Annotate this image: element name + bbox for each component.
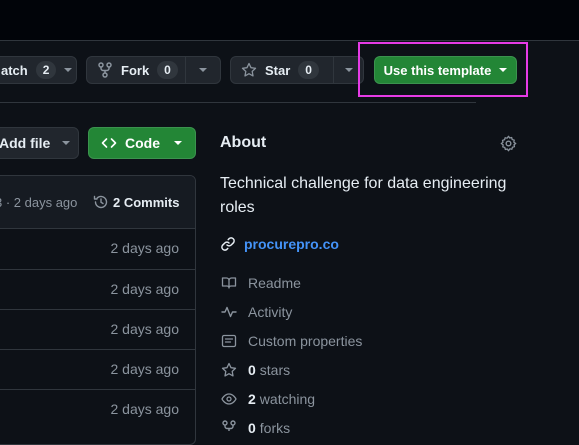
file-row[interactable]: 2 days ago: [0, 309, 195, 349]
star-count: 0: [298, 61, 319, 79]
add-file-caret-icon: [62, 141, 71, 145]
fork-caret-icon: [199, 68, 207, 72]
readme-link[interactable]: Readme: [220, 274, 301, 292]
fork-small-icon: [220, 419, 238, 437]
stars-link[interactable]: 0 stars: [220, 361, 290, 379]
file-row-date: 2 days ago: [110, 281, 180, 297]
forks-label: forks: [259, 420, 291, 436]
gear-icon[interactable]: [500, 135, 517, 152]
file-row-date: 2 days ago: [110, 401, 180, 417]
watching-label: watching: [259, 391, 316, 407]
fork-icon: [97, 62, 113, 78]
file-row[interactable]: 2 days ago: [0, 229, 195, 269]
file-row-date: 2 days ago: [110, 361, 180, 377]
file-list: 3 · 2 days ago 2 Commits 2 days ago 2 da…: [0, 175, 196, 445]
custom-properties-label: Custom properties: [248, 333, 363, 349]
about-heading: About: [220, 134, 267, 151]
code-icon: [101, 135, 117, 151]
watch-button[interactable]: atch 2: [0, 56, 77, 84]
website-link[interactable]: procurepro.co: [220, 236, 339, 252]
watch-caret-icon: [64, 68, 73, 72]
code-caret-icon: [174, 141, 182, 145]
commits-label: 2 Commits: [113, 194, 180, 210]
star-caret-icon: [344, 68, 353, 72]
code-button[interactable]: Code: [88, 127, 196, 159]
commits-link[interactable]: 2 Commits: [93, 194, 179, 210]
custom-properties-link[interactable]: Custom properties: [220, 332, 362, 350]
add-file-label: Add file: [0, 135, 51, 151]
book-icon: [220, 274, 238, 292]
forks-link[interactable]: 0 forks: [220, 419, 290, 437]
pulse-icon: [220, 303, 238, 321]
commit-bar: 3 · 2 days ago 2 Commits: [0, 176, 195, 229]
stars-count: 0: [248, 362, 256, 378]
fork-dropdown[interactable]: [185, 57, 220, 83]
commit-meta: 3 · 2 days ago: [0, 195, 78, 210]
fork-label: Fork: [121, 62, 150, 78]
star-outline-icon: [220, 361, 238, 379]
activity-link[interactable]: Activity: [220, 303, 292, 321]
top-bar: [0, 0, 579, 41]
history-icon: [93, 194, 109, 210]
fork-button[interactable]: Fork 0: [86, 56, 221, 84]
star-icon: [241, 62, 257, 78]
website-link-text: procurepro.co: [244, 236, 339, 252]
star-button[interactable]: Star 0: [230, 56, 364, 84]
note-icon: [220, 332, 238, 350]
watching-count: 2: [248, 391, 256, 407]
star-label: Star: [265, 62, 291, 78]
file-row-date: 2 days ago: [110, 321, 180, 337]
fork-count: 0: [157, 61, 178, 79]
code-label: Code: [125, 135, 160, 151]
activity-label: Activity: [248, 304, 293, 320]
eye-icon: [220, 390, 238, 408]
watching-link[interactable]: 2 watching: [220, 390, 315, 408]
file-row[interactable]: 2 days ago: [0, 269, 195, 309]
watch-count: 2: [35, 61, 57, 79]
header-divider: [0, 102, 476, 103]
forks-count: 0: [248, 420, 256, 436]
add-file-button[interactable]: Add file: [0, 127, 79, 159]
file-row[interactable]: 2 days ago: [0, 389, 195, 429]
file-row[interactable]: 2 days ago: [0, 349, 195, 389]
repo-description: Technical challenge for data engineering…: [220, 175, 507, 216]
watch-label: atch: [1, 62, 28, 78]
stars-label: stars: [259, 362, 291, 378]
highlight-box: [358, 42, 528, 97]
file-row-date: 2 days ago: [110, 240, 180, 256]
readme-label: Readme: [248, 275, 301, 291]
link-icon: [220, 236, 236, 252]
